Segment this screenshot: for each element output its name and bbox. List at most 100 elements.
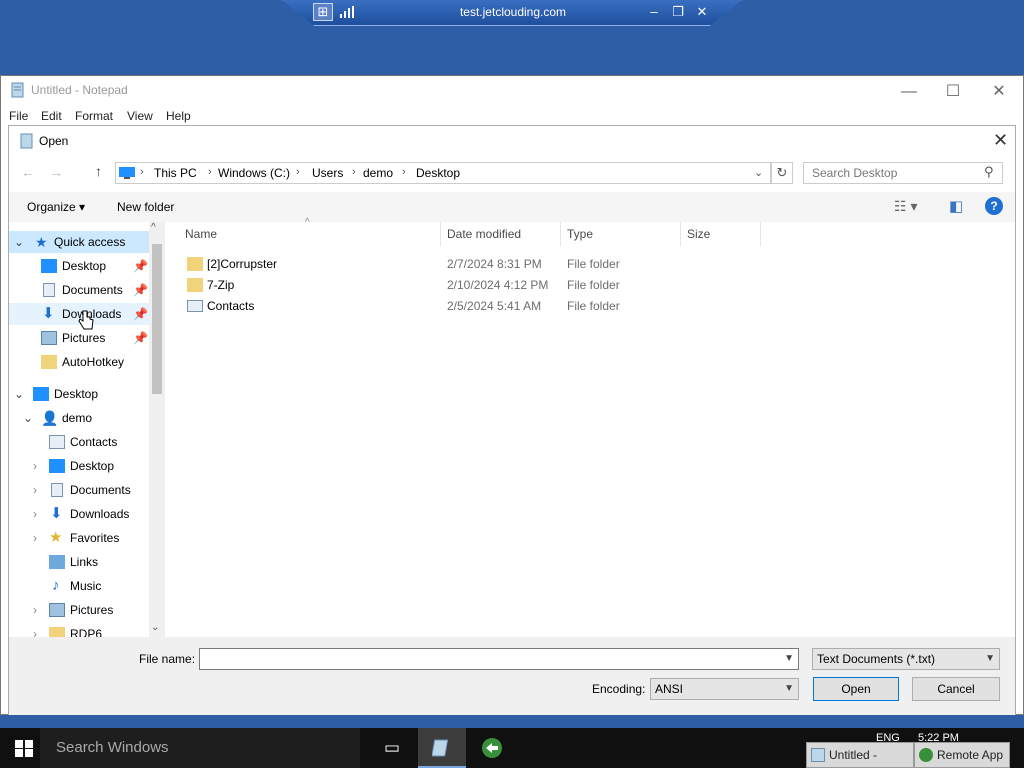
breadcrumb-users[interactable]: Users [312,166,343,180]
dialog-close-button[interactable]: ✕ [993,130,1008,151]
nav-documents[interactable]: › Documents [9,479,149,501]
chevron-down-icon[interactable]: ⌄ [754,166,763,179]
menu-help[interactable]: Help [166,109,191,123]
rdp-minimize-button[interactable]: – [645,3,663,21]
nav-contacts[interactable]: Contacts [9,431,149,453]
column-type[interactable]: Type [561,222,681,246]
menu-format[interactable]: Format [75,109,113,123]
column-name[interactable]: Name [179,222,441,246]
chevron-right-icon[interactable]: › [33,527,37,549]
maximize-button[interactable]: ☐ [938,80,968,104]
up-arrow-icon[interactable]: ↑ [95,163,102,179]
chevron-down-icon[interactable]: ⌄ [14,383,24,405]
encoding-select[interactable]: ANSI ▼ [650,678,799,700]
scroll-up-icon[interactable]: ^ [151,222,156,233]
remote-task-app[interactable]: Remote App [914,742,1010,768]
remote-app-icon [919,748,933,762]
table-row[interactable]: 7-Zip 2/10/2024 4:12 PM File folder [179,275,779,296]
chevron-right-icon[interactable]: › [33,503,37,525]
breadcrumb-this-pc[interactable]: This PC [154,166,197,180]
pictures-icon [41,331,57,345]
column-date[interactable]: Date modified [441,222,561,246]
notepad-icon [20,133,33,149]
help-icon[interactable]: ? [985,197,1003,215]
search-input[interactable]: Search Desktop [803,162,1003,184]
open-button[interactable]: Open [813,677,899,701]
nav-desktop-root[interactable]: ⌄ Desktop [9,383,149,405]
rdp-close-button[interactable]: ✕ [693,3,711,21]
signal-icon [340,6,354,18]
nav-quick-documents[interactable]: Documents 📌 [9,279,149,301]
nav-downloads[interactable]: › ⬇ Downloads [9,503,149,525]
scroll-thumb[interactable] [152,244,162,394]
forward-arrow-icon[interactable]: → [49,164,63,180]
nav-desktop[interactable]: › Desktop [9,455,149,477]
breadcrumb-drive[interactable]: Windows (C:) [218,166,290,180]
task-label: Untitled - Note... [829,748,878,762]
nav-label: Pictures [70,603,114,617]
menu-edit[interactable]: Edit [41,109,62,123]
remote-desktop-task-icon[interactable] [468,728,516,768]
file-name: 7-Zip [207,278,235,292]
nav-label: Favorites [70,531,120,545]
nav-music[interactable]: ♪ Music [9,575,149,597]
close-button[interactable]: ✕ [984,80,1014,104]
nav-label: demo [62,411,93,425]
column-size[interactable]: Size [681,222,761,246]
preview-pane-icon[interactable]: ◧ [949,197,963,215]
remote-task-notepad[interactable]: Untitled - Note... [806,742,914,768]
nav-quick-autohotkey[interactable]: AutoHotkey [9,351,149,373]
new-folder-button[interactable]: New folder [117,200,174,214]
nav-quick-access[interactable]: ⌄ ★ Quick access [9,231,149,253]
table-row[interactable]: Contacts 2/5/2024 5:41 AM File folder [179,296,779,317]
minimize-button[interactable]: — [894,80,924,104]
cancel-button[interactable]: Cancel [912,677,1000,701]
file-name: [2]Corrupster [207,257,278,271]
nav-links[interactable]: Links [9,551,149,573]
nav-pictures[interactable]: › Pictures [9,599,149,621]
file-date: 2/7/2024 8:31 PM [447,257,542,271]
nav-rdp6[interactable]: › RDP6 [9,623,149,637]
table-row[interactable]: [2]Corrupster 2/7/2024 8:31 PM File fold… [179,254,779,275]
breadcrumb-demo[interactable]: demo [363,166,393,180]
menu-view[interactable]: View [127,109,153,123]
chevron-right-icon[interactable]: › [33,623,37,637]
file-type: File folder [567,278,620,292]
star-icon: ★ [49,529,63,546]
chevron-down-icon[interactable]: ▼ [784,679,794,699]
task-view-icon[interactable]: ▭ [368,728,416,768]
chevron-down-icon[interactable]: ⌄ [23,407,33,429]
nav-quick-desktop[interactable]: Desktop 📌 [9,255,149,277]
file-name-input[interactable]: ▼ [199,648,799,670]
chevron-right-icon[interactable]: › [33,479,37,501]
pin-icon[interactable]: ⊞ [313,3,333,21]
window-title: Untitled - Notepad [31,83,128,97]
chevron-down-icon[interactable]: ▼ [985,649,995,669]
nav-label: Downloads [70,507,130,521]
refresh-button[interactable]: ↻ [771,162,793,184]
chevron-right-icon: › [208,166,212,178]
address-bar[interactable]: › This PC › Windows (C:) › Users › demo … [115,162,771,184]
notepad-icon [11,82,24,98]
chevron-down-icon[interactable]: ⌄ [14,231,24,253]
scroll-down-icon[interactable]: ⌄ [151,622,159,633]
rdp-restore-button[interactable]: ❐ [669,3,687,21]
chevron-down-icon[interactable]: ▼ [784,649,794,669]
nav-label: Documents [70,483,131,497]
open-dialog: Open ✕ ← → ↑ › This PC › Windows (C:) › … [8,125,1016,715]
back-arrow-icon[interactable]: ← [21,164,35,180]
file-type-select[interactable]: Text Documents (*.txt) ▼ [812,648,1000,670]
taskbar-search[interactable]: Search Windows [40,728,360,768]
menu-file[interactable]: File [9,109,28,123]
nav-user-demo[interactable]: ⌄ 👤 demo [9,407,149,429]
notepad-task-icon[interactable] [418,728,466,768]
organize-button[interactable]: Organize ▾ [27,200,85,214]
view-options-icon[interactable]: ☷ ▾ [894,198,917,215]
breadcrumb-desktop[interactable]: Desktop [416,166,460,180]
chevron-right-icon[interactable]: › [33,455,37,477]
file-type: File folder [567,257,620,271]
chevron-right-icon[interactable]: › [33,599,37,621]
links-icon [49,555,65,569]
nav-favorites[interactable]: › ★ Favorites [9,527,149,549]
windows-start-icon[interactable] [15,740,33,757]
